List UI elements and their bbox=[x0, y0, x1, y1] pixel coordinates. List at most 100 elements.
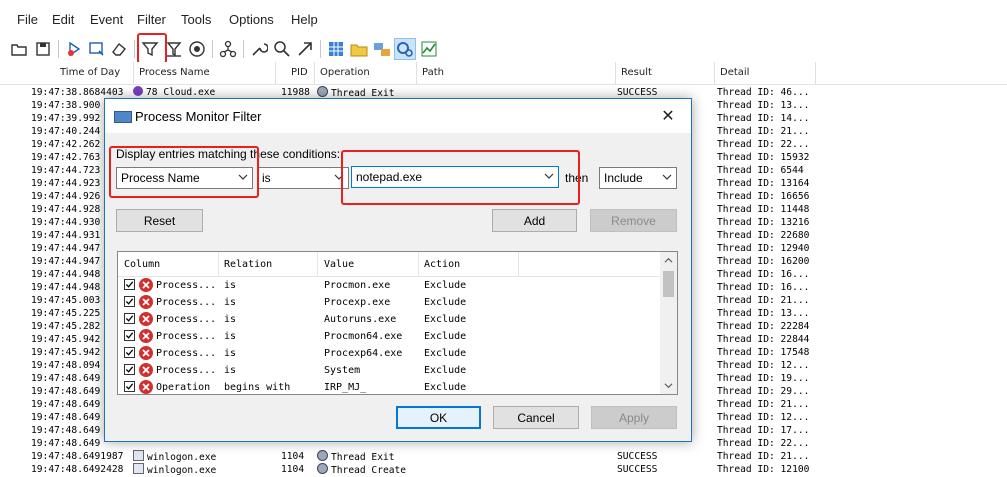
rule-relation: is bbox=[224, 314, 237, 325]
close-icon: ✕ bbox=[661, 108, 675, 125]
chevron-down-icon bbox=[238, 174, 248, 180]
find-icon[interactable] bbox=[271, 38, 293, 60]
clear-icon[interactable] bbox=[108, 38, 130, 60]
relation-select[interactable]: is bbox=[257, 167, 349, 189]
save-icon[interactable] bbox=[32, 38, 54, 60]
value-combobox-text[interactable]: notepad.exe bbox=[356, 170, 422, 184]
capture-icon[interactable] bbox=[63, 38, 85, 60]
rules-col-action[interactable]: Action bbox=[424, 259, 460, 270]
rule-checkbox[interactable] bbox=[124, 296, 135, 307]
cell-detail-text: Thread ID: 21... bbox=[717, 126, 810, 137]
action-select[interactable]: Include bbox=[599, 167, 677, 189]
rule-checkbox[interactable] bbox=[124, 330, 135, 341]
rule-checkbox[interactable] bbox=[124, 313, 135, 324]
jump-icon[interactable] bbox=[294, 38, 316, 60]
rule-row[interactable]: Process... is Procexp.exe Exclude bbox=[118, 294, 662, 311]
rule-value: Procexp64.exe bbox=[324, 348, 403, 359]
network-icon[interactable] bbox=[371, 38, 393, 60]
registry-icon[interactable] bbox=[325, 38, 347, 60]
cancel-button[interactable]: Cancel bbox=[493, 406, 579, 429]
rule-checkbox[interactable] bbox=[124, 381, 135, 392]
highlight-icon[interactable] bbox=[163, 38, 185, 60]
close-button[interactable]: ✕ bbox=[645, 99, 691, 133]
profiling-icon[interactable] bbox=[418, 38, 440, 60]
menu-edit[interactable]: Edit bbox=[52, 12, 74, 27]
rule-relation: is bbox=[224, 280, 237, 291]
filter-icon[interactable] bbox=[139, 38, 161, 60]
cell-detail-text: Thread ID: 16656 bbox=[717, 191, 810, 202]
rule-row[interactable]: Process... is Procexp64.exe Exclude bbox=[118, 345, 662, 362]
cell-time: 19:47:45.225 bbox=[31, 307, 100, 320]
cell-detail-text: Thread ID: 22... bbox=[717, 139, 810, 150]
rule-checkbox[interactable] bbox=[124, 279, 135, 290]
cell-time-text: 19:47:44.928 bbox=[31, 204, 101, 215]
cell-time: 19:47:44.947 bbox=[31, 255, 100, 268]
rule-value: IRP_MJ_ bbox=[324, 382, 367, 393]
rules-scrollbar[interactable] bbox=[660, 252, 677, 394]
rule-row[interactable]: Process... is System Exclude bbox=[118, 362, 662, 379]
rules-col-value[interactable]: Value bbox=[324, 259, 354, 270]
cell-time: 19:47:48.649 bbox=[31, 372, 100, 385]
rule-row[interactable]: Process... is Procmon.exe Exclude bbox=[118, 277, 662, 294]
column-select[interactable]: Process Name bbox=[116, 167, 253, 189]
autoscroll-icon[interactable] bbox=[86, 38, 108, 60]
rule-checkbox[interactable] bbox=[124, 364, 135, 375]
menu-help[interactable]: Help bbox=[291, 12, 318, 27]
cell-operation-text: Thread Exit bbox=[331, 452, 395, 463]
menu-tools[interactable]: Tools bbox=[181, 12, 211, 27]
add-button[interactable]: Add bbox=[492, 209, 577, 232]
reset-button[interactable]: Reset bbox=[116, 209, 203, 232]
checkmark-icon bbox=[125, 315, 134, 322]
cell-time-text: 19:47:45.282 bbox=[31, 321, 101, 332]
menu-options[interactable]: Options bbox=[229, 12, 274, 27]
table-row[interactable]: 19:47:48.6492428 winlogon.exe 1104 Thread C… bbox=[0, 463, 1007, 476]
cell-time-text: 19:47:48.094 bbox=[31, 360, 101, 371]
cell-time-text: 19:47:48.649 bbox=[31, 412, 101, 423]
exclude-icon bbox=[139, 346, 153, 360]
cell-pid-text: 1104 bbox=[281, 451, 305, 462]
exclude-icon bbox=[139, 278, 153, 292]
col-process[interactable]: Process Name bbox=[139, 67, 210, 78]
instructions-label: Display entries matching these condition… bbox=[116, 147, 341, 161]
ok-button[interactable]: OK bbox=[396, 406, 481, 429]
menu-event[interactable]: Event bbox=[90, 12, 123, 27]
col-time[interactable]: Time of Day bbox=[60, 67, 120, 78]
cell-detail-text: Thread ID: 21... bbox=[717, 451, 810, 462]
properties-icon[interactable] bbox=[248, 38, 270, 60]
chevron-down-icon[interactable] bbox=[664, 381, 673, 390]
cell-time: 19:47:48.649 bbox=[31, 411, 100, 424]
rule-row[interactable]: Process... is Procmon64.exe Exclude bbox=[118, 328, 662, 345]
rule-row[interactable]: Process... is Autoruns.exe Exclude bbox=[118, 311, 662, 328]
rules-col-relation[interactable]: Relation bbox=[224, 259, 272, 270]
table-row[interactable]: 19:47:48.6491987 winlogon.exe 1104 Thread E… bbox=[0, 450, 1007, 463]
cell-result-text: SUCCESS bbox=[617, 87, 658, 98]
rule-row[interactable]: Operation begins with IRP_MJ_ Exclude bbox=[118, 379, 662, 394]
cell-detail-text: Thread ID: 19... bbox=[717, 373, 810, 384]
cell-time-text: 19:47:44.930 bbox=[31, 217, 101, 228]
col-pid[interactable]: PID bbox=[291, 67, 308, 78]
scrollbar-thumb[interactable] bbox=[663, 271, 674, 297]
cell-time-text: 19:47:42.262 bbox=[31, 139, 101, 150]
cell-time: 19:47:48.094 bbox=[31, 359, 100, 372]
col-result[interactable]: Result bbox=[621, 67, 652, 78]
value-combobox[interactable]: notepad.exe bbox=[351, 166, 559, 188]
remove-button[interactable]: Remove bbox=[590, 209, 677, 232]
chevron-up-icon[interactable] bbox=[664, 256, 673, 265]
col-path[interactable]: Path bbox=[422, 67, 444, 78]
filesystem-icon[interactable] bbox=[348, 38, 370, 60]
col-detail[interactable]: Detail bbox=[720, 67, 749, 78]
cell-process: winlogon.exe bbox=[133, 463, 216, 477]
rules-col-column[interactable]: Column bbox=[124, 259, 160, 270]
process-tree-icon[interactable] bbox=[217, 38, 239, 60]
open-icon[interactable] bbox=[8, 38, 30, 60]
cell-detail-text: Thread ID: 22... bbox=[717, 438, 810, 449]
col-operation[interactable]: Operation bbox=[320, 67, 370, 78]
apply-button[interactable]: Apply bbox=[591, 406, 677, 429]
process-activity-icon[interactable] bbox=[394, 38, 416, 60]
rule-checkbox[interactable] bbox=[124, 347, 135, 358]
menu-filter[interactable]: Filter bbox=[137, 12, 166, 27]
target-icon[interactable] bbox=[186, 38, 208, 60]
menu-file[interactable]: File bbox=[17, 12, 38, 27]
toolbar bbox=[0, 36, 1007, 63]
dialog-title: Process Monitor Filter bbox=[135, 109, 262, 124]
